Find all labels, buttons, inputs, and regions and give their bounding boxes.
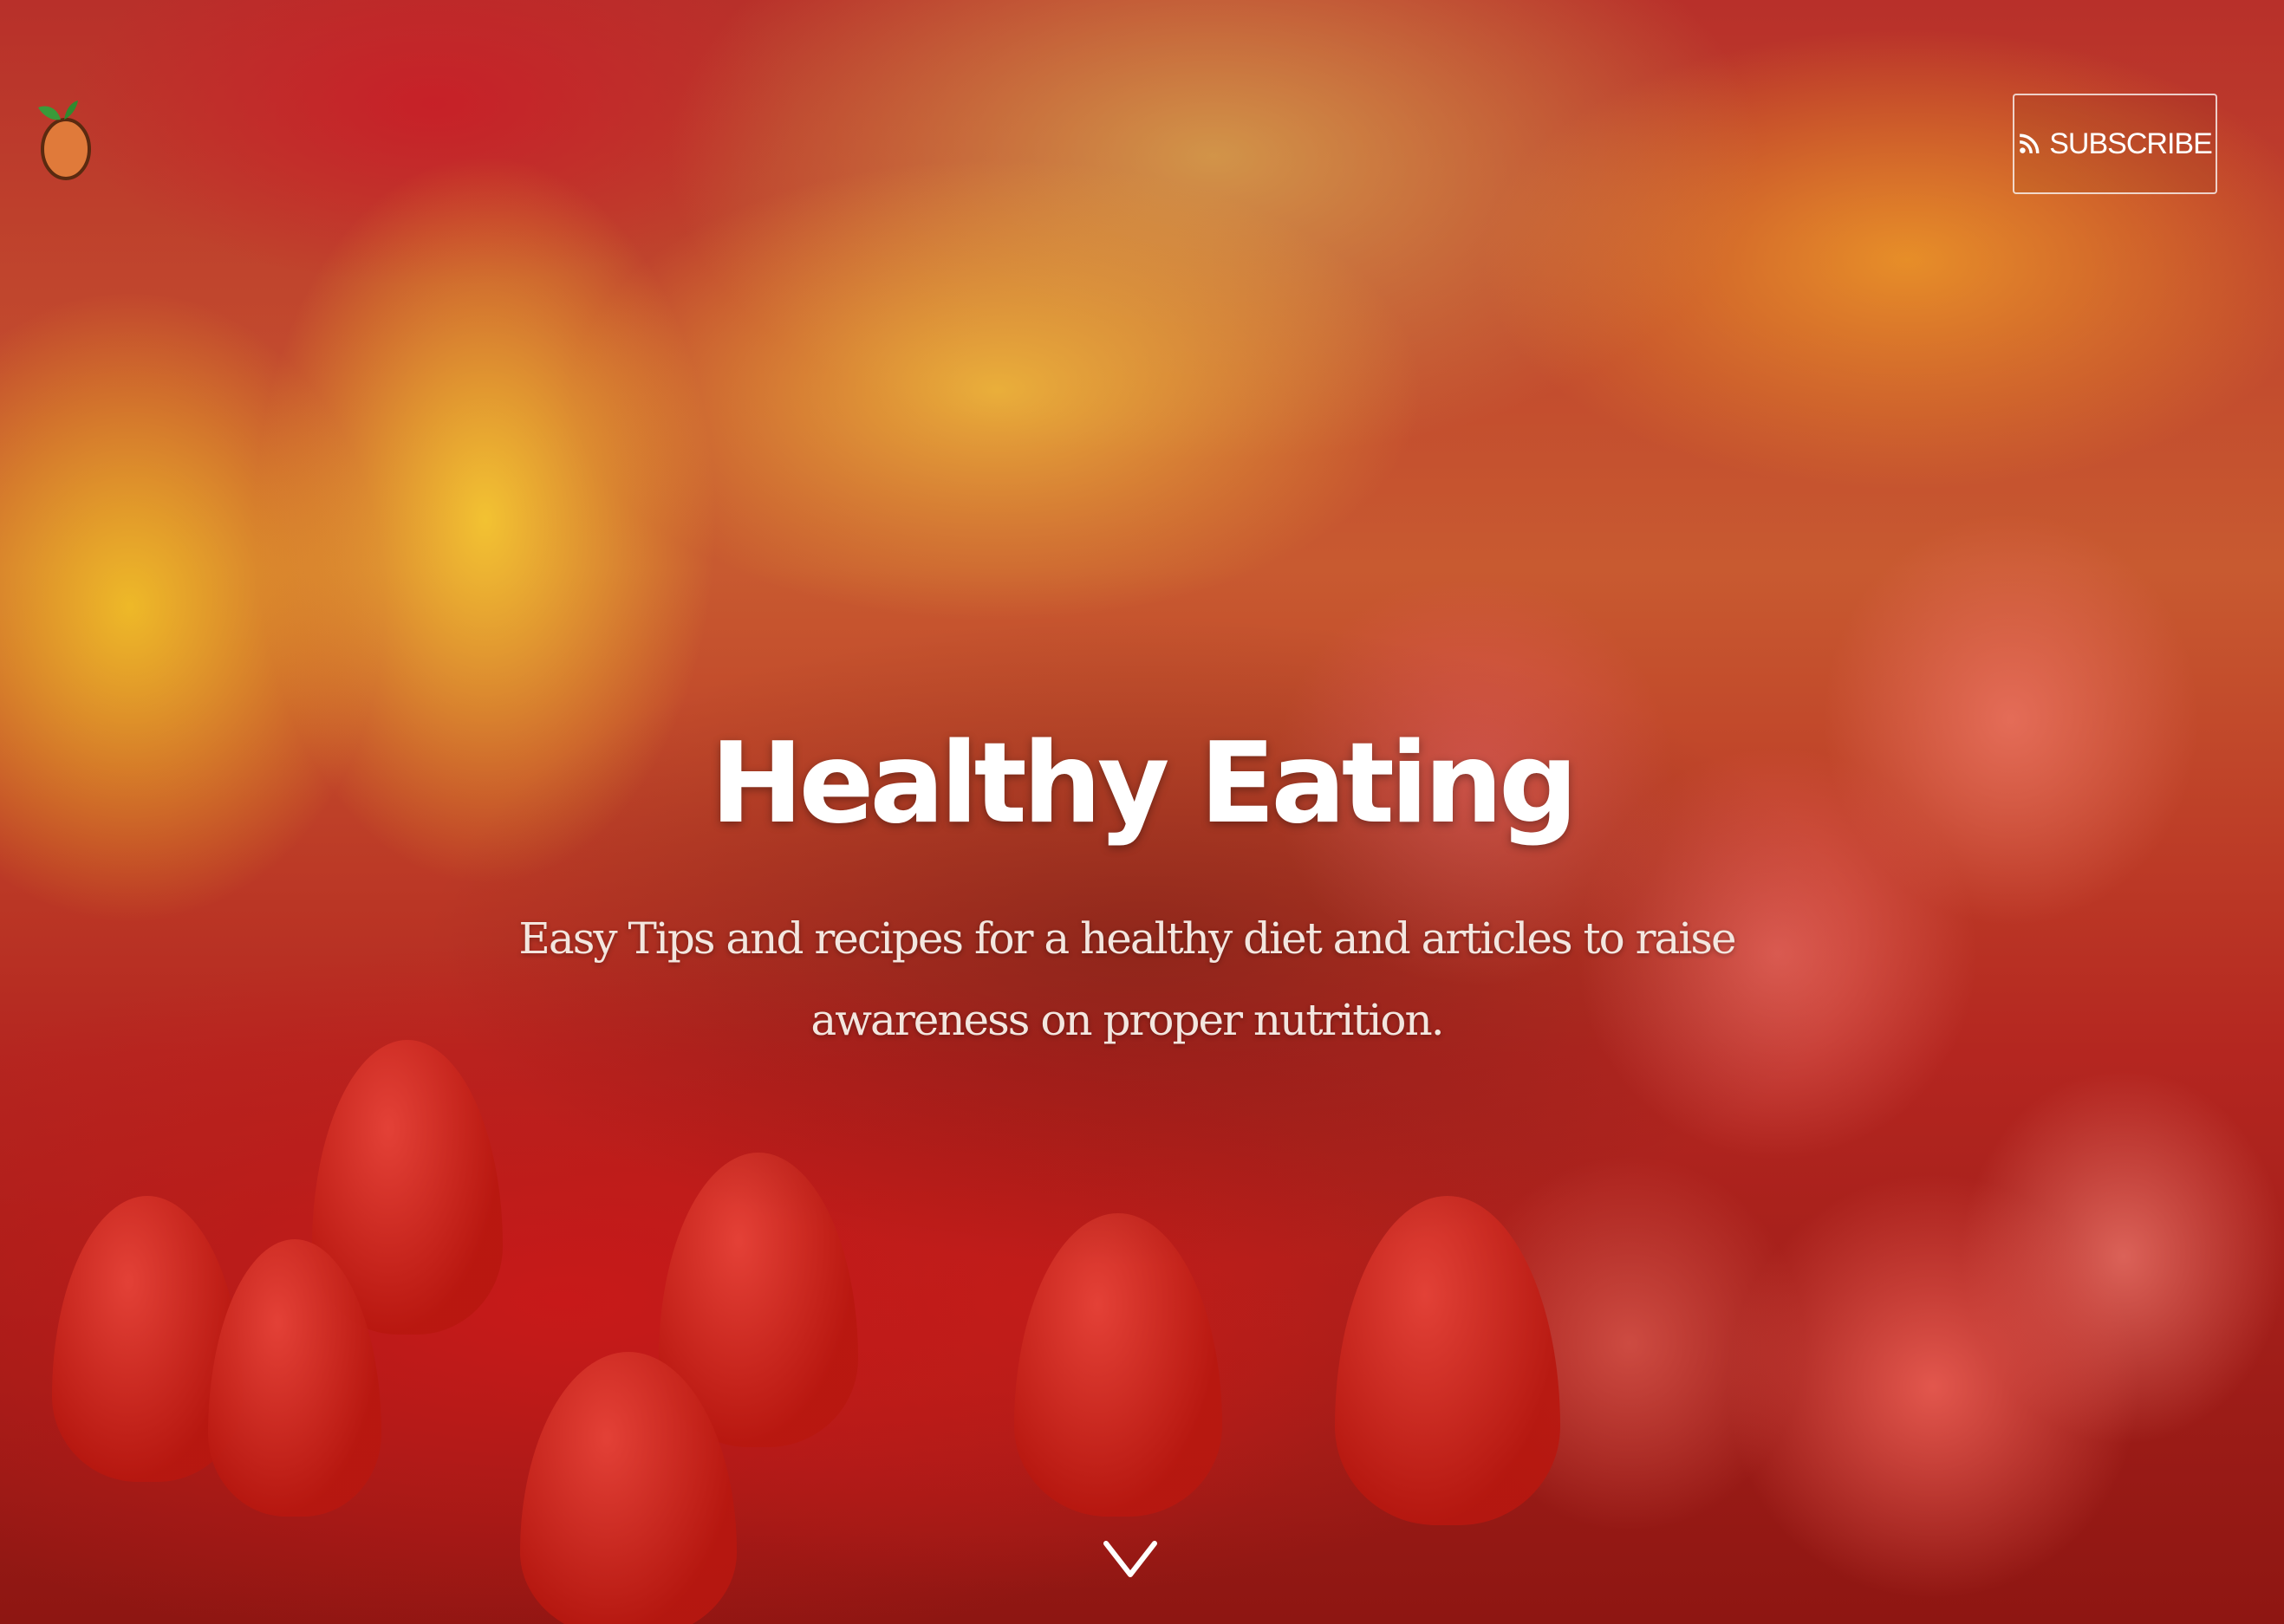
subscribe-label: SUBSCRIBE xyxy=(2049,127,2212,160)
site-logo[interactable] xyxy=(35,97,92,184)
page-title: Healthy Eating xyxy=(710,719,1578,848)
rss-icon xyxy=(2020,133,2040,154)
subscribe-button[interactable]: SUBSCRIBE xyxy=(2013,94,2217,194)
scroll-down-button[interactable] xyxy=(1103,1538,1158,1582)
page-subtitle: Easy Tips and recipes for a healthy diet… xyxy=(518,913,1736,1045)
hero-section: SUBSCRIBE Healthy Eating Easy Tips and r… xyxy=(0,0,2284,1624)
chevron-down-icon xyxy=(1103,1541,1157,1577)
fruit-logo-icon xyxy=(38,101,91,180)
